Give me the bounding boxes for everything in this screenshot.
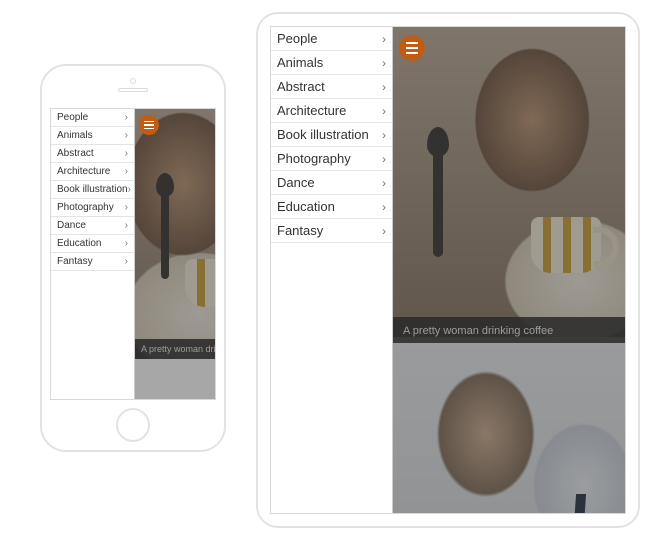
hamburger-icon [406, 42, 418, 44]
sidebar-item-education[interactable]: Education › [271, 195, 392, 219]
photo-caption: A pretty woman drinking [135, 339, 215, 359]
chevron-right-icon: › [125, 113, 128, 123]
chevron-right-icon: › [128, 185, 131, 195]
sidebar-item-people[interactable]: People › [271, 27, 392, 51]
sidebar-item-label: Photography [57, 202, 114, 213]
chevron-right-icon: › [125, 131, 128, 141]
sidebar-item-label: Dance [277, 175, 315, 190]
photo-caption: A pretty woman drinking coffee [393, 317, 625, 345]
chevron-right-icon: › [382, 201, 386, 213]
sidebar-item-book-illustration[interactable]: Book illustration › [271, 123, 392, 147]
content-area: A pretty woman drinking coffee [393, 27, 625, 513]
tablet-device-frame: People › Animals › Abstract › Architectu… [256, 12, 640, 528]
app-phone: People › Animals › Abstract › Architectu… [51, 109, 215, 399]
tablet-screen: People › Animals › Abstract › Architectu… [270, 26, 626, 514]
chevron-right-icon: › [125, 239, 128, 249]
photo-image [572, 494, 586, 513]
chevron-right-icon: › [125, 203, 128, 213]
sidebar-item-label: Abstract [277, 79, 325, 94]
sidebar-item-label: Fantasy [277, 223, 323, 238]
sidebar-item-label: Architecture [57, 166, 110, 177]
chevron-right-icon: › [125, 221, 128, 231]
photo-card [135, 109, 215, 359]
phone-home-button [116, 408, 150, 442]
sidebar-item-animals[interactable]: Animals › [271, 51, 392, 75]
app-tablet: People › Animals › Abstract › Architectu… [271, 27, 625, 513]
chevron-right-icon: › [125, 149, 128, 159]
sidebar-item-animals[interactable]: Animals › [51, 127, 134, 145]
sidebar-item-people[interactable]: People › [51, 109, 134, 127]
hamburger-icon [144, 128, 154, 130]
sidebar: People › Animals › Abstract › Architectu… [271, 27, 393, 513]
sidebar-item-architecture[interactable]: Architecture › [51, 163, 134, 181]
sidebar-item-dance[interactable]: Dance › [51, 217, 134, 235]
photo-image [135, 109, 215, 359]
hamburger-icon [406, 52, 418, 54]
hamburger-icon [144, 124, 154, 126]
sidebar-item-label: Animals [57, 130, 93, 141]
phone-device-frame: People › Animals › Abstract › Architectu… [40, 64, 226, 452]
sidebar-item-dance[interactable]: Dance › [271, 171, 392, 195]
sidebar-item-fantasy[interactable]: Fantasy › [51, 253, 134, 271]
sidebar-item-label: People [57, 112, 88, 123]
sidebar-item-abstract[interactable]: Abstract › [51, 145, 134, 163]
content-area: A pretty woman drinking [135, 109, 215, 399]
sidebar-item-label: Architecture [277, 103, 346, 118]
sidebar-item-education[interactable]: Education › [51, 235, 134, 253]
photo-card [393, 343, 625, 513]
sidebar-item-book-illustration[interactable]: Book illustration › [51, 181, 134, 199]
sidebar-item-photography[interactable]: Photography › [51, 199, 134, 217]
chevron-right-icon: › [125, 167, 128, 177]
sidebar-item-fantasy[interactable]: Fantasy › [271, 219, 392, 243]
chevron-right-icon: › [125, 257, 128, 267]
sidebar-item-label: Fantasy [57, 256, 93, 267]
sidebar: People › Animals › Abstract › Architectu… [51, 109, 135, 399]
sidebar-item-photography[interactable]: Photography › [271, 147, 392, 171]
photo-image [393, 27, 625, 337]
sidebar-item-abstract[interactable]: Abstract › [271, 75, 392, 99]
photo-image [185, 259, 215, 307]
sidebar-item-label: Abstract [57, 148, 94, 159]
chevron-right-icon: › [382, 129, 386, 141]
sidebar-item-label: Book illustration [277, 127, 369, 142]
sidebar-item-label: Education [277, 199, 335, 214]
chevron-right-icon: › [382, 81, 386, 93]
chevron-right-icon: › [382, 225, 386, 237]
sidebar-item-architecture[interactable]: Architecture › [271, 99, 392, 123]
sidebar-item-label: Education [57, 238, 101, 249]
sidebar-item-label: Dance [57, 220, 86, 231]
menu-toggle-button[interactable] [139, 115, 159, 135]
chevron-right-icon: › [382, 57, 386, 69]
phone-camera-dot [130, 78, 136, 84]
chevron-right-icon: › [382, 153, 386, 165]
sidebar-item-label: Photography [277, 151, 351, 166]
chevron-right-icon: › [382, 105, 386, 117]
chevron-right-icon: › [382, 33, 386, 45]
chevron-right-icon: › [382, 177, 386, 189]
hamburger-icon [144, 121, 154, 123]
photo-card [393, 27, 625, 337]
photo-image [531, 217, 601, 273]
sidebar-item-label: Animals [277, 55, 323, 70]
sidebar-item-label: Book illustration [57, 184, 128, 195]
phone-speaker [118, 88, 148, 92]
phone-screen: People › Animals › Abstract › Architectu… [50, 108, 216, 400]
hamburger-icon [406, 47, 418, 49]
photo-image [161, 189, 169, 279]
menu-toggle-button[interactable] [399, 35, 425, 61]
photo-image [433, 147, 443, 257]
sidebar-item-label: People [277, 31, 317, 46]
